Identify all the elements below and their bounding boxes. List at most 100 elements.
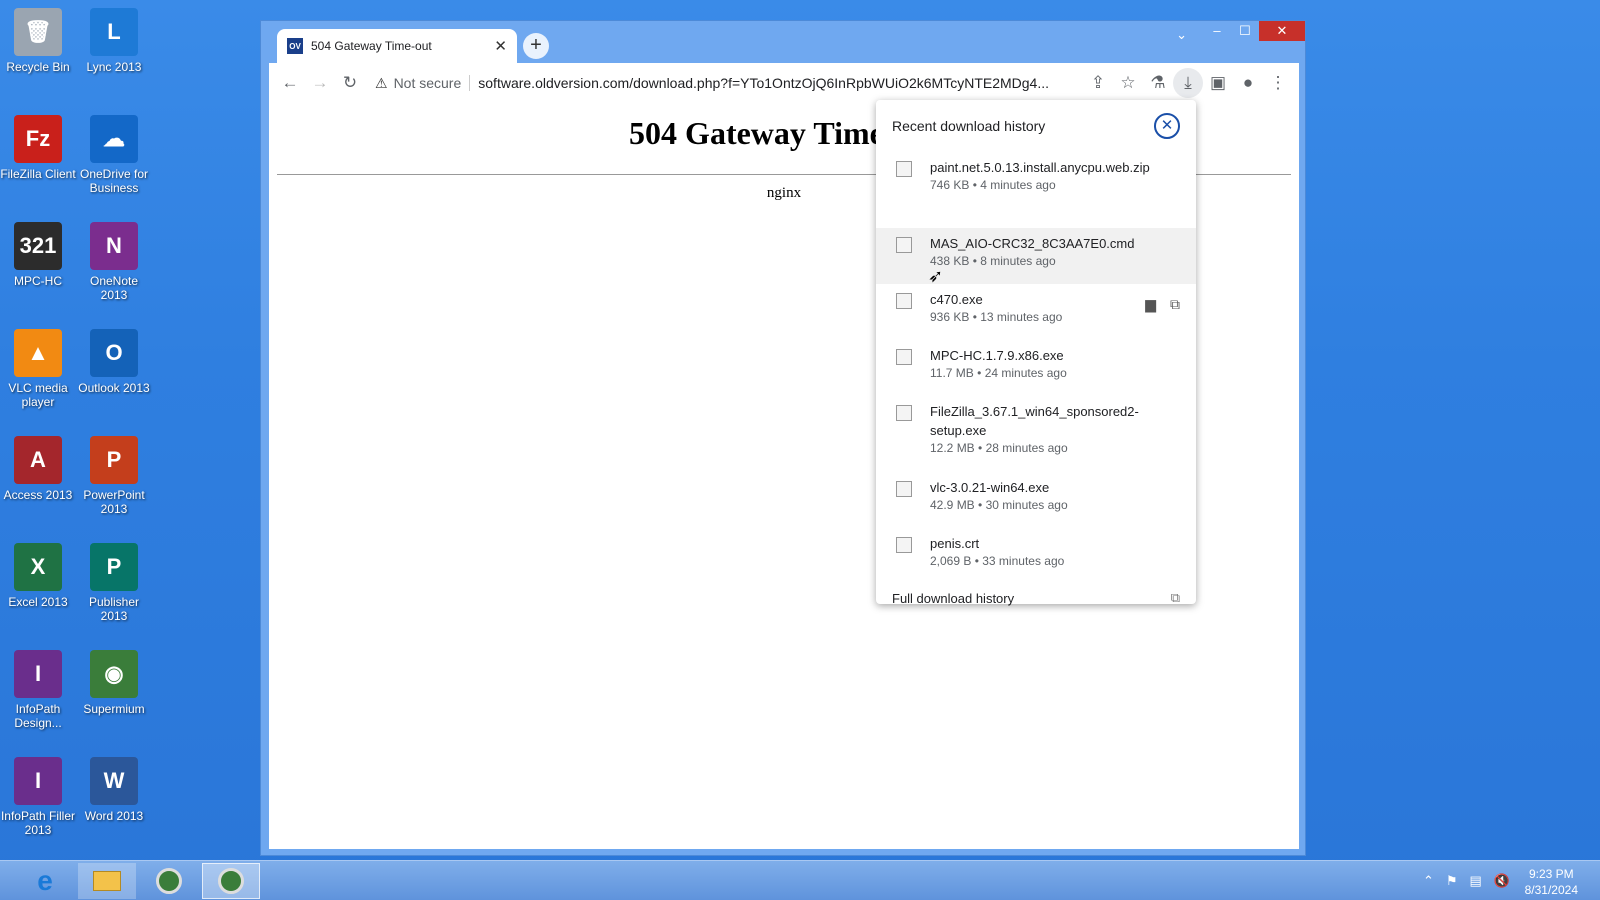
download-size: 936 KB [930,310,970,324]
app-glyph-icon: W [103,768,125,793]
desktop-icon-label: Lync 2013 [86,60,142,74]
app-icon: ▲ [14,329,62,377]
tab-close-icon[interactable]: ✕ [494,37,507,55]
site-favicon-icon: OV [287,38,303,54]
download-meta: MPC-HC.1.7.9.x86.exe 11.7 MB • 24 minutes… [930,346,1180,380]
desktop-icon-label: PowerPoint 2013 [83,488,145,516]
download-item[interactable]: FileZilla_3.67.1_win64_sponsored2-setup.… [876,396,1196,472]
desktop-icon[interactable]: W Word 2013 [76,757,152,823]
labs-flask-icon[interactable]: ⚗ [1143,68,1173,98]
show-in-folder-icon[interactable]: ▆ [1145,296,1156,313]
download-meta: vlc-3.0.21-win64.exe 42.9 MB • 30 minutes… [930,478,1180,512]
separator-dot: • [973,366,985,380]
full-history-label: Full download history [892,590,1015,606]
app-icon: 321 [14,222,62,270]
desktop-icon[interactable]: O Outlook 2013 [76,329,152,395]
clock[interactable]: 9:23 PM 8/31/2024 [1525,866,1578,898]
desktop-icon[interactable]: 321 MPC-HC [0,222,76,288]
not-secure-label[interactable]: Not secure [394,75,471,91]
app-glyph-icon: Fz [25,126,51,151]
download-item[interactable]: MPC-HC.1.7.9.x86.exe 11.7 MB • 24 minutes… [876,340,1196,396]
desktop-icon[interactable]: 🗑 Recycle Bin [0,8,76,74]
desktop-icon[interactable]: ▲ VLC media player [0,329,76,409]
supermium-active-taskbar-icon[interactable] [202,863,260,899]
desktop-icon[interactable]: X Excel 2013 [0,543,76,609]
desktop-icon-label: Outlook 2013 [78,381,150,395]
desktop-icon[interactable]: I InfoPath Design... [0,650,76,730]
desktop-icon-label: OneNote 2013 [89,274,139,302]
download-actions: ▆ ⧉ [1145,296,1180,313]
new-tab-button[interactable]: + [523,33,549,59]
desktop-icon[interactable]: ◉ Supermium [76,650,152,716]
minimize-button[interactable]: – [1203,21,1231,41]
desktop-icon-label: Access 2013 [3,488,73,502]
download-time: 8 minutes ago [980,254,1056,268]
menu-kebab-icon[interactable]: ⋮ [1263,68,1293,98]
desktop-icon-label: MPC-HC [14,274,62,288]
app-icon: W [90,757,138,805]
full-download-history-link[interactable]: Full download history ⧉ [876,584,1196,612]
browser-tab[interactable]: OV 504 Gateway Time-out ✕ [277,29,517,63]
app-icon: ☁ [90,115,138,163]
desktop-icon-label: InfoPath Filler 2013 [0,809,76,837]
app-glyph-icon: ▲ [27,340,49,365]
downloads-icon[interactable]: ⤓ [1173,68,1203,98]
app-glyph-icon: O [105,340,123,365]
forward-arrow-icon[interactable]: → [305,68,335,98]
maximize-button[interactable]: ☐ [1231,21,1259,41]
download-details: 11.7 MB • 24 minutes ago [930,366,1180,380]
bookmark-star-icon[interactable]: ☆ [1113,68,1143,98]
app-glyph-icon: 🗑 [24,19,52,44]
download-meta: FileZilla_3.67.1_win64_sponsored2-setup.… [930,402,1180,455]
file-crt-icon [896,537,912,553]
download-item[interactable]: paint.net.5.0.13.install.anycpu.web.zip 7… [876,152,1196,228]
reload-icon[interactable]: ↻ [335,68,365,98]
separator-dot: • [974,441,986,455]
app-glyph-icon: P [106,447,122,472]
app-icon: N [90,222,138,270]
download-item[interactable]: vlc-3.0.21-win64.exe 42.9 MB • 30 minutes… [876,472,1196,528]
desktop-icon[interactable]: A Access 2013 [0,436,76,502]
app-icon: 🗑 [14,8,62,56]
desktop-icon[interactable]: P Publisher 2013 [76,543,152,623]
desktop-icon-label: Supermium [83,702,145,716]
app-glyph-icon: 321 [19,233,57,258]
window-controls: – ☐ ✕ [1203,21,1305,43]
tray-overflow-icon[interactable]: ⌃ [1423,873,1434,889]
file-exe-icon [896,293,912,309]
volume-muted-icon[interactable]: 🔇 [1494,873,1510,889]
open-file-icon[interactable]: ⧉ [1170,296,1180,313]
app-icon: I [14,757,62,805]
file-explorer-taskbar-icon[interactable] [78,863,136,899]
side-panel-icon[interactable]: ▣ [1203,68,1233,98]
close-window-button[interactable]: ✕ [1259,21,1305,41]
close-popup-icon[interactable]: ✕ [1154,113,1180,139]
desktop-icon[interactable]: Fz FileZilla Client [0,115,76,181]
address-bar[interactable]: ⚠ Not secure software.oldversion.com/dow… [371,68,1077,98]
supermium-taskbar-icon[interactable] [140,863,198,899]
network-icon[interactable]: ▤ [1470,873,1482,889]
app-icon: O [90,329,138,377]
tab-search-chevron-icon[interactable]: ⌄ [1176,27,1187,43]
share-icon[interactable]: ⇪ [1083,68,1113,98]
download-filename: FileZilla_3.67.1_win64_sponsored2-setup.… [930,404,1139,438]
app-icon: P [90,543,138,591]
download-details: 42.9 MB • 30 minutes ago [930,498,1180,512]
desktop-icon[interactable]: ☁ OneDrive for Business [76,115,152,195]
download-item[interactable]: MAS_AIO-CRC32_8C3AA7E0.cmd 438 KB • 8 min… [876,228,1196,284]
download-time: 4 minutes ago [980,178,1056,192]
download-item[interactable]: penis.crt 2,069 B • 33 minutes ago [876,528,1196,584]
desktop-icon[interactable]: L Lync 2013 [76,8,152,74]
app-icon: I [14,650,62,698]
profile-avatar-icon[interactable]: ● [1233,68,1263,98]
desktop-icon[interactable]: N OneNote 2013 [76,222,152,302]
back-arrow-icon[interactable]: ← [275,68,305,98]
download-details: 12.2 MB • 28 minutes ago [930,441,1180,455]
desktop-icon[interactable]: I InfoPath Filler 2013 [0,757,76,837]
file-cmd-icon [896,237,912,253]
download-item[interactable]: c470.exe 936 KB • 13 minutes ago ▆ ⧉ [876,284,1196,340]
desktop-icon[interactable]: P PowerPoint 2013 [76,436,152,516]
action-center-flag-icon[interactable]: ⚑ [1446,873,1458,889]
internet-explorer-taskbar-icon[interactable]: e [16,863,74,899]
url-text[interactable]: software.oldversion.com/download.php?f=Y… [478,75,1077,91]
